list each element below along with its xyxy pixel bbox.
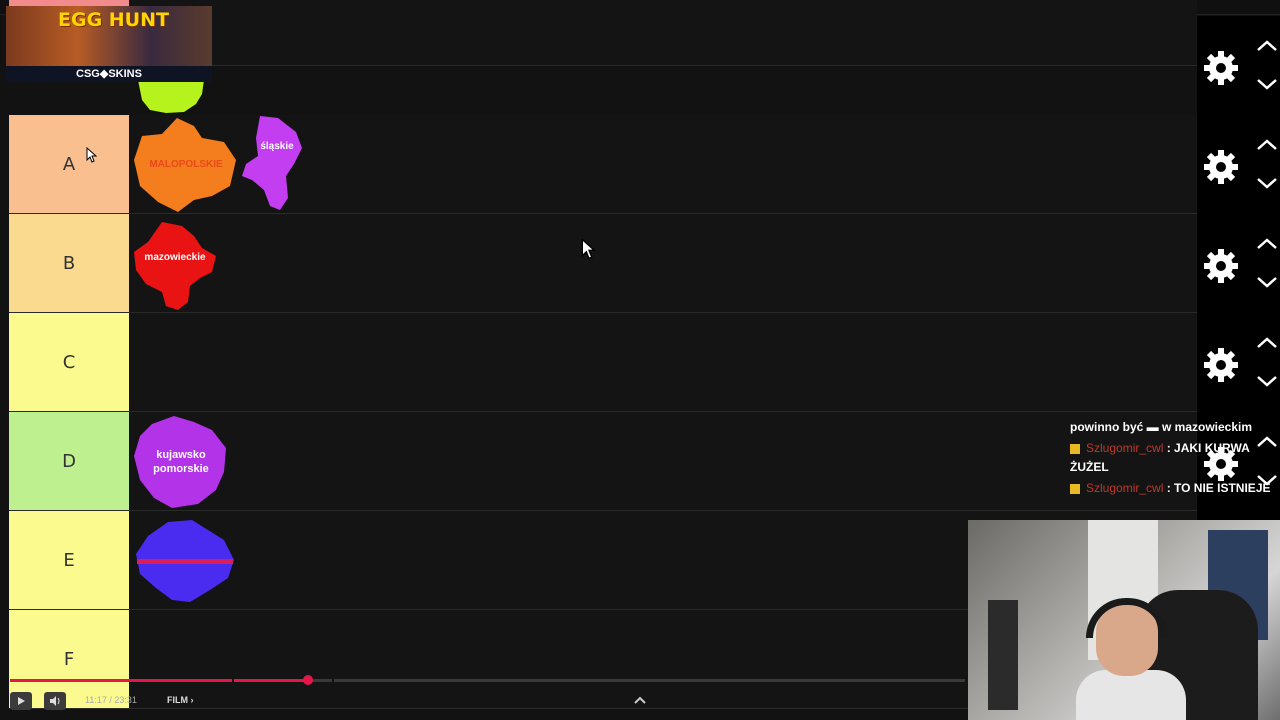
tier-label-e[interactable]: E [9, 511, 129, 609]
chevron-up-icon[interactable] [1255, 38, 1279, 54]
region-label-mazowieckie: mazowieckie [144, 252, 206, 263]
gear-icon[interactable] [1203, 50, 1239, 86]
region-shape [242, 116, 302, 210]
tier-label-d[interactable]: D [9, 412, 129, 510]
volume-icon [50, 696, 60, 706]
gear-icon[interactable] [1203, 248, 1239, 284]
webcam-streamer-body [1076, 670, 1186, 720]
region-slaskie[interactable]: śląskie [238, 114, 304, 212]
chat-message: Szlugomir_cwl : JAKI KURWA ŻUŻEL [1070, 439, 1275, 477]
mouse-cursor-icon [86, 147, 98, 163]
region-label-malopolskie: MALOPOLSKIE [149, 159, 223, 170]
sponsor-banner[interactable]: EGG HUNT CSG◆SKINS [6, 6, 212, 82]
region-shape [138, 80, 204, 113]
tier-label-a[interactable]: A [9, 115, 129, 213]
progress-knob[interactable] [302, 675, 313, 685]
chapter-marker [332, 679, 334, 682]
chat-text: powinno być ▬ w mazowieckim [1070, 420, 1253, 434]
region-label-slaskie: śląskie [260, 141, 294, 152]
chat-username: Szlugomir_cwl [1086, 441, 1164, 455]
gear-icon[interactable] [1203, 347, 1239, 383]
tier-label-b[interactable]: B [9, 214, 129, 312]
webcam-overlay [968, 520, 1280, 720]
crown-badge-icon [1070, 443, 1080, 454]
progress-bar[interactable] [10, 675, 965, 685]
chapter-label: FILM [167, 695, 188, 705]
chat-text: : TO NIE ISTNIEJE [1163, 481, 1271, 495]
play-button[interactable] [10, 692, 32, 710]
region-kujawsko-pomorskie[interactable]: kujawsko pomorskie [132, 414, 230, 510]
chapter-button[interactable]: FILM › [167, 695, 194, 705]
region-malopolskie[interactable]: MALOPOLSKIE [132, 116, 240, 214]
region-top-partial[interactable] [136, 80, 206, 114]
chevron-up-icon[interactable] [1255, 236, 1279, 252]
chevron-down-icon[interactable] [1255, 373, 1279, 389]
sponsor-brand: CSG◆SKINS [6, 66, 212, 82]
chat-message: Szlugomir_cwl : TO NIE ISTNIEJE [1070, 479, 1275, 498]
tier-row-c: C [9, 313, 1197, 412]
volume-button[interactable] [44, 692, 66, 710]
chat-username: Szlugomir_cwl [1086, 481, 1164, 495]
mouse-cursor-icon [581, 238, 597, 260]
chevron-down-icon[interactable] [1255, 175, 1279, 191]
chat-message: powinno być ▬ w mazowieckim [1070, 418, 1275, 437]
progress-fill [10, 679, 308, 682]
player-controls: 11:17 / 23:31 FILM › [0, 686, 965, 716]
chevron-up-icon[interactable] [632, 692, 648, 708]
gear-icon[interactable] [1203, 149, 1239, 185]
play-icon [18, 697, 25, 705]
chevron-up-icon[interactable] [1255, 335, 1279, 351]
region-blue[interactable] [134, 518, 236, 604]
tier-label-c[interactable]: C [9, 313, 129, 411]
sponsor-title: EGG HUNT [58, 9, 169, 31]
region-blue-label-bar [137, 558, 233, 564]
tier-controls [1197, 16, 1280, 115]
chapter-marker [232, 679, 234, 682]
tier-controls [1197, 115, 1280, 214]
time-display: 11:17 / 23:31 [85, 695, 137, 705]
chevron-right-icon: › [190, 695, 194, 705]
region-shape [134, 222, 216, 310]
chevron-down-icon[interactable] [1255, 76, 1279, 92]
tier-controls [1197, 214, 1280, 313]
chevron-down-icon[interactable] [1255, 274, 1279, 290]
webcam-microphone [988, 600, 1018, 710]
chat-overlay: powinno być ▬ w mazowieckim Szlugomir_cw… [1070, 418, 1275, 500]
region-label-kujawsko: kujawsko pomorskie [153, 449, 209, 475]
crown-badge-icon [1070, 483, 1080, 494]
tier-controls [1197, 313, 1280, 412]
video-frame: nuty A B C D E F MALOPOLSKIE śląs [0, 0, 1280, 720]
chevron-up-icon[interactable] [1255, 137, 1279, 153]
region-mazowieckie[interactable]: mazowieckie [132, 220, 218, 312]
